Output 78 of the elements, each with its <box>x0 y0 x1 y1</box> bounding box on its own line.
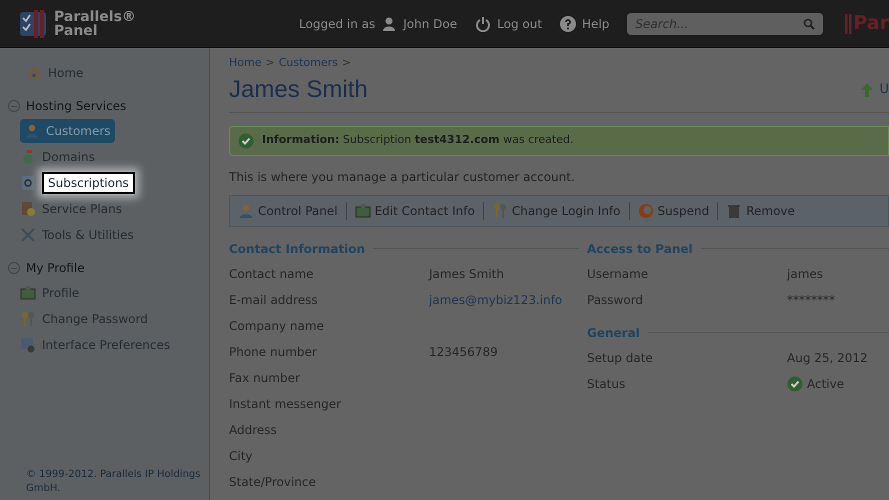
sidebar-item[interactable]: Service Plans <box>42 200 122 218</box>
sidebar-item[interactable]: Home <box>48 64 84 82</box>
field-label: E-mail address <box>229 292 319 308</box>
collapse-toggle[interactable] <box>8 262 20 274</box>
sidebar-item[interactable]: Domains <box>42 148 95 166</box>
field-value: Active <box>807 376 844 392</box>
sidebar-item[interactable]: Change Password <box>42 310 148 328</box>
gear-icon <box>20 175 36 191</box>
house-icon <box>26 65 42 81</box>
field-value: james <box>787 266 824 282</box>
help-icon <box>560 16 576 32</box>
id-card-icon <box>354 202 371 218</box>
collapse-toggle[interactable] <box>8 100 20 112</box>
field-label: Contact name <box>229 266 315 282</box>
breadcrumb-link[interactable]: Customers <box>278 55 338 72</box>
sidebar-item[interactable]: Customers <box>20 119 115 143</box>
sidebar-item[interactable]: Interface Preferences <box>42 336 170 354</box>
sidebar-item[interactable]: Tools & Utilities <box>42 226 134 244</box>
field-label: Company name <box>229 318 325 334</box>
logout-link[interactable]: Log out <box>497 14 542 32</box>
field-label: Password <box>587 292 644 308</box>
coin-icon <box>20 201 36 217</box>
check-icon <box>787 376 803 392</box>
keys-icon <box>492 202 508 218</box>
group-heading: My Profile <box>26 260 85 277</box>
upgrade-link[interactable]: U <box>879 80 889 100</box>
copyright-text: © 1999-2012. Parallels IP Holdings GmbH. <box>25 468 202 496</box>
field-value: Aug 25, 2012 <box>787 350 868 366</box>
field-label: Setup date <box>587 350 654 366</box>
person-icon <box>238 202 254 218</box>
logo-icon <box>845 14 854 34</box>
sidebar-item[interactable]: Profile <box>42 284 80 302</box>
info-text: Information: Subscription test4312.com was created. <box>262 132 574 148</box>
login-label: Logged in as <box>299 16 376 32</box>
breadcrumb-separator: > <box>342 55 352 71</box>
logo-text: Par <box>853 11 889 36</box>
group-heading: Hosting Services <box>26 98 126 115</box>
user-link[interactable]: John Doe <box>403 14 458 32</box>
email-link[interactable]: james@mybiz123.info <box>429 290 562 308</box>
sidebar-item[interactable]: Subscriptions <box>42 172 135 194</box>
toolbar-button[interactable]: Control Panel <box>238 202 338 220</box>
up-arrow-icon <box>859 82 876 98</box>
window-gear-icon <box>20 337 36 353</box>
person-icon <box>381 16 398 32</box>
field-value: 123456789 <box>429 344 498 360</box>
id-card-icon <box>20 285 36 301</box>
section-heading: General <box>587 324 640 342</box>
field-label: Status <box>587 376 626 392</box>
field-value: James Smith <box>429 266 504 282</box>
breadcrumb-separator: > <box>265 55 275 71</box>
globe-icon <box>20 149 36 165</box>
logo-text: Panel <box>54 24 99 38</box>
field-label: Phone number <box>229 344 318 360</box>
trash-icon <box>726 202 742 218</box>
power-icon <box>475 16 492 32</box>
breadcrumb-link[interactable]: Home <box>229 55 262 72</box>
section-heading: Access to Panel <box>587 240 693 258</box>
toolbar-button[interactable]: Change Login Info <box>492 202 620 220</box>
help-link[interactable]: Help <box>582 14 610 32</box>
suspend-icon <box>638 202 654 218</box>
page-title: James Smith <box>229 74 368 104</box>
field-label: Fax number <box>229 370 301 386</box>
check-icon <box>238 132 254 148</box>
field-label: Instant messenger <box>229 396 342 412</box>
toolbar-button[interactable]: Edit Contact Info <box>354 202 475 220</box>
toolbar-button[interactable]: Remove <box>726 202 795 220</box>
search-icon <box>803 18 816 30</box>
toolbar-button[interactable]: Suspend <box>638 202 710 220</box>
keys-icon <box>20 311 36 327</box>
field-label: City <box>229 448 254 464</box>
field-label: Username <box>587 266 650 282</box>
section-heading: Contact Information <box>229 240 366 258</box>
description-text: This is where you manage a particular customer account. <box>229 168 576 186</box>
field-label: Address <box>229 422 278 438</box>
field-label: State/Province <box>229 474 317 490</box>
person-icon <box>24 123 40 139</box>
logo-text: Parallels® <box>54 10 136 24</box>
field-value: ******** <box>787 292 835 308</box>
